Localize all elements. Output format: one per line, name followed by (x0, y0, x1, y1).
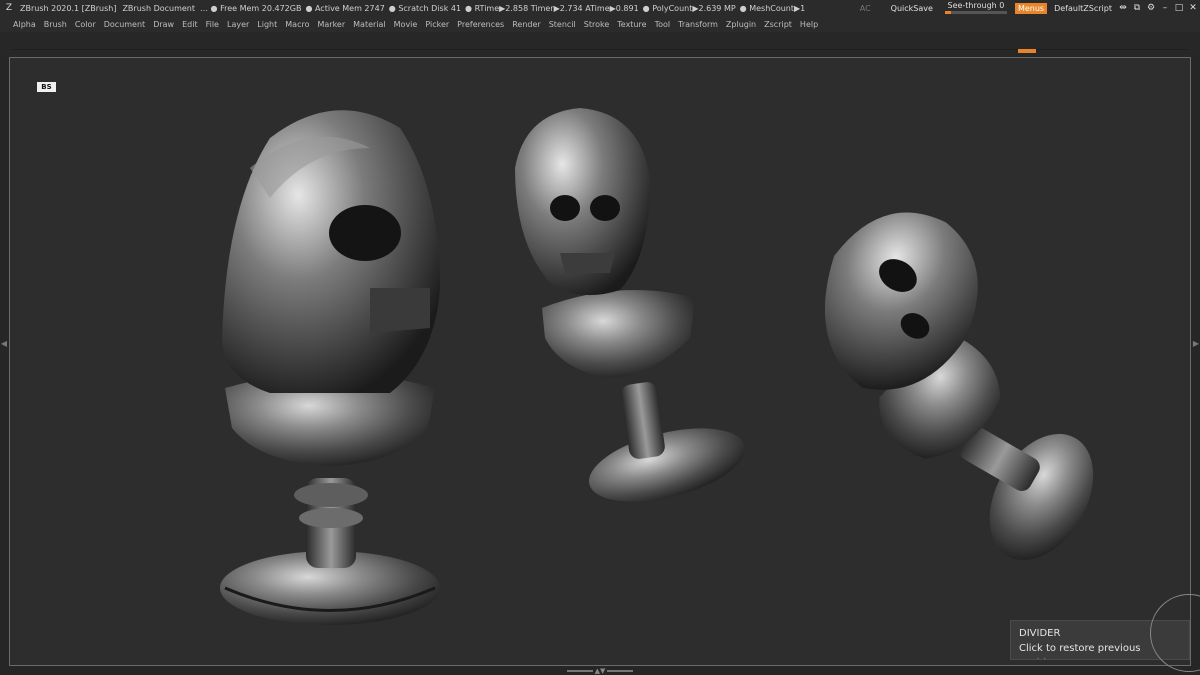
right-divider-handle[interactable]: ▶ (1192, 305, 1200, 383)
stem-ring-2 (299, 508, 363, 528)
menus-button[interactable]: Menus (1014, 2, 1048, 14)
sculpt-render (220, 108, 1094, 625)
hands-cup (542, 290, 695, 378)
document-canvas[interactable]: BS (9, 57, 1191, 666)
teeth (560, 253, 615, 273)
eye-socket-right (590, 195, 620, 221)
document-title: ZBrush Document (122, 3, 196, 13)
gear-icon[interactable]: ⚙ (1144, 3, 1158, 13)
menu-draw[interactable]: Draw (149, 20, 178, 29)
stat-active-mem: ● Active Mem 2747 (305, 3, 385, 13)
menu-material[interactable]: Material (349, 20, 390, 29)
menu-layer[interactable]: Layer (223, 20, 253, 29)
divider-bar-left (566, 669, 593, 672)
menu-zscript[interactable]: Zscript (760, 20, 796, 29)
menu-brush[interactable]: Brush (40, 20, 71, 29)
eye-socket-left (550, 195, 580, 221)
menu-edit[interactable]: Edit (178, 20, 202, 29)
dock-layout-icon[interactable]: ⧉ (1130, 3, 1144, 13)
divider-arrows-icon: ▲▼ (594, 666, 606, 675)
resize-arrows-icon[interactable]: ⇹ (1116, 3, 1130, 13)
close-icon[interactable]: ✕ (1186, 3, 1200, 13)
shelf-divider (12, 49, 1188, 50)
menu-picker[interactable]: Picker (421, 20, 453, 29)
skull-model-front (515, 108, 746, 502)
see-through-label: See-through (947, 1, 997, 10)
title-bar: Z ZBrush 2020.1 [ZBrush] ZBrush Document… (0, 0, 1200, 16)
main-menu-bar: Alpha Brush Color Document Draw Edit Fil… (0, 16, 1200, 32)
skull-model-side (220, 110, 440, 625)
stat-timers: ● RTime▶2.858 Timer▶2.734 ATime▶0.891 (465, 3, 639, 13)
see-through-value: 0 (999, 1, 1005, 10)
menu-movie[interactable]: Movie (390, 20, 422, 29)
menu-zplugin[interactable]: Zplugin (722, 20, 760, 29)
see-through-track[interactable] (944, 11, 1007, 14)
shelf-divider-handle[interactable] (1018, 49, 1036, 53)
base (588, 428, 746, 502)
teeth (370, 288, 430, 333)
menu-macro[interactable]: Macro (281, 20, 313, 29)
eye-socket (329, 205, 401, 261)
menu-tool[interactable]: Tool (651, 20, 675, 29)
quicksave-button[interactable]: QuickSave (879, 4, 945, 13)
default-zscript-button[interactable]: DefaultZScript (1050, 4, 1116, 13)
menu-color[interactable]: Color (71, 20, 100, 29)
stem-ring-1 (294, 483, 368, 507)
skull-model-lying (824, 212, 1094, 561)
menu-stencil[interactable]: Stencil (545, 20, 580, 29)
title-bar-controls: AC QuickSave See-through 0 Menus Default… (852, 0, 1200, 16)
menu-transform[interactable]: Transform (674, 20, 722, 29)
stat-polycount: ● PolyCount▶2.639 MP (642, 3, 736, 13)
menu-preferences[interactable]: Preferences (453, 20, 508, 29)
app-title: ZBrush 2020.1 [ZBrush] (20, 3, 117, 13)
ac-button[interactable]: AC (852, 4, 879, 13)
maximize-icon[interactable]: □ (1172, 3, 1186, 13)
menu-alpha[interactable]: Alpha (9, 20, 40, 29)
stat-free-mem: … ● Free Mem 20.472GB (200, 3, 302, 13)
stat-meshcount: ● MeshCount▶1 (739, 3, 806, 13)
menu-help[interactable]: Help (796, 20, 822, 29)
menu-file[interactable]: File (202, 20, 223, 29)
see-through-slider[interactable]: See-through 0 (944, 1, 1007, 15)
bottom-divider-handle[interactable]: ▲▼ (560, 666, 640, 675)
minimize-icon[interactable]: – (1158, 3, 1172, 13)
menu-texture[interactable]: Texture (613, 20, 650, 29)
menu-stroke[interactable]: Stroke (580, 20, 614, 29)
zbrush-logo-icon: Z (5, 3, 13, 13)
menu-marker[interactable]: Marker (313, 20, 349, 29)
top-shelf (0, 32, 1200, 56)
menu-document[interactable]: Document (100, 20, 149, 29)
divider-bar-right (607, 669, 634, 672)
menu-light[interactable]: Light (253, 20, 281, 29)
menu-render[interactable]: Render (508, 20, 544, 29)
see-through-fill (944, 11, 951, 14)
stat-scratch-disk: ● Scratch Disk 41 (388, 3, 462, 13)
left-divider-handle[interactable]: ◀ (0, 305, 8, 383)
